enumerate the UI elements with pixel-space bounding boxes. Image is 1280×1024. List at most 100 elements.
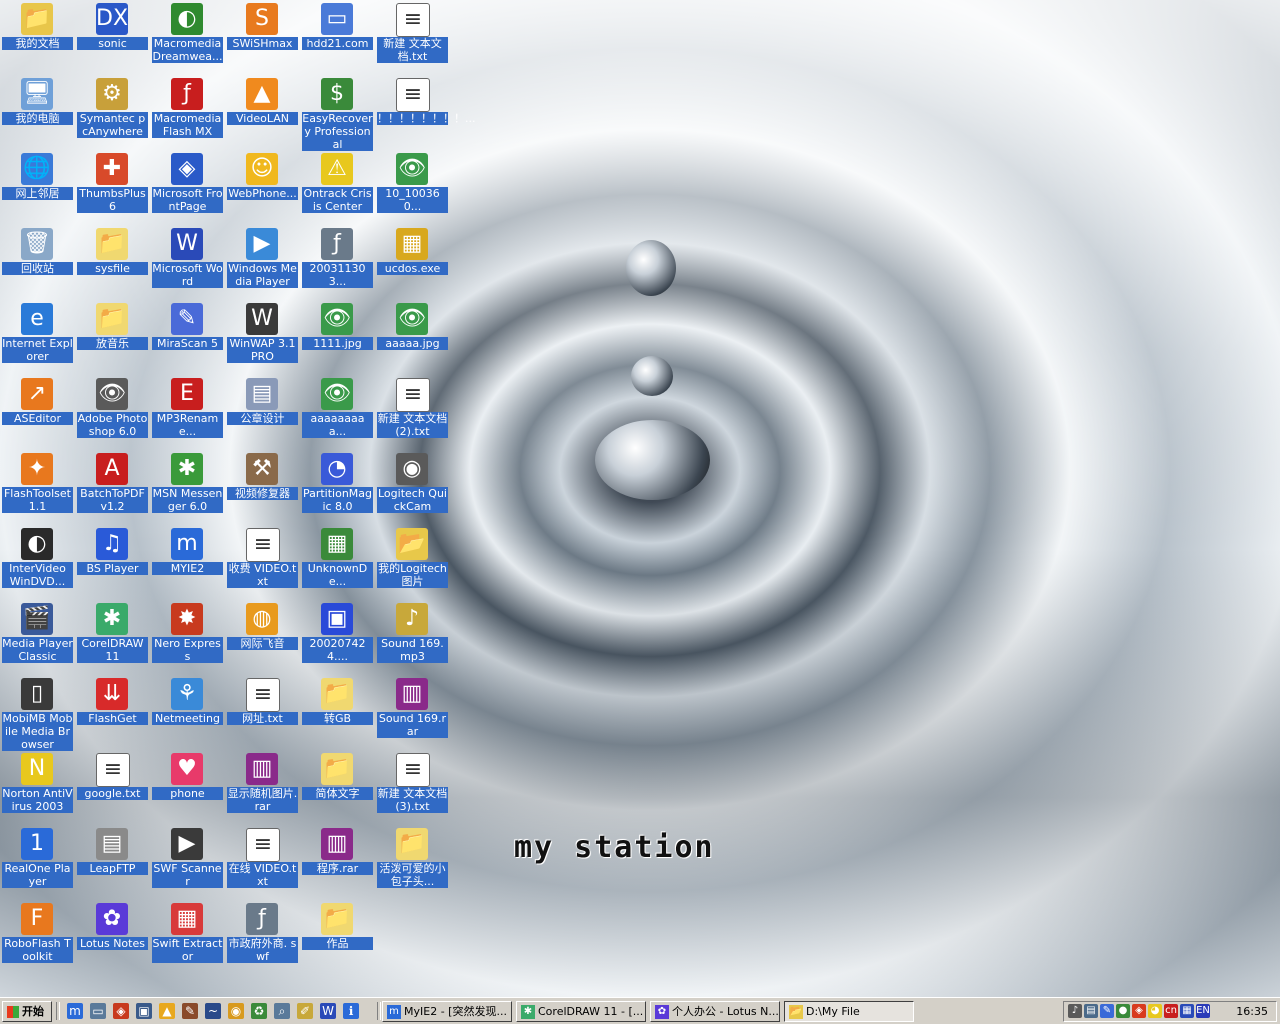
desktop-icon[interactable]: ◔ PartitionMagic 8.0 [300, 450, 375, 525]
desktop-icon[interactable]: A BatchToPDF v1.2 [75, 450, 150, 525]
network-icon[interactable]: ▤ [1084, 1004, 1098, 1018]
desktop-icon[interactable]: 🌐 网上邻居 [0, 150, 75, 225]
desktop-icon[interactable]: ▤ 公章设计 [225, 375, 300, 450]
desktop-icon[interactable]: ✎ MiraScan 5 [150, 300, 225, 375]
clock[interactable]: 16:35 [1236, 1003, 1268, 1021]
desktop-icon[interactable]: ✿ Lotus Notes [75, 900, 150, 975]
taskbar-button[interactable]: m MyIE2 - [突然发现... [382, 1001, 512, 1022]
desktop-icon[interactable]: ☺ WebPhone... [225, 150, 300, 225]
desktop-icon[interactable]: 📁 活泼可爱的小包子头... [375, 825, 450, 900]
desktop-icon[interactable]: ▭ hdd21.com [300, 0, 375, 75]
desktop-icon[interactable]: ▣ 200207424.... [300, 600, 375, 675]
desktop-icon[interactable]: 📁 转GB [300, 675, 375, 750]
desktop-icon[interactable]: 📁 sysfile [75, 225, 150, 300]
desktop-icon[interactable]: ✦ FlashToolset 1.1 [0, 450, 75, 525]
desktop[interactable]: my station 📁 我的文档 DX sonic ◐ Macromedia Dream… [0, 0, 1280, 997]
shield-icon[interactable]: ◈ [1132, 1004, 1146, 1018]
warning-icon[interactable]: ▲ [159, 1003, 175, 1019]
desktop-icon[interactable]: 📁 作品 [300, 900, 375, 975]
desktop-icon[interactable]: DX sonic [75, 0, 150, 75]
desktop-icon[interactable]: 1 RealOne Player [0, 825, 75, 900]
word-icon[interactable]: W [320, 1003, 336, 1019]
desktop-icon[interactable]: ▭ [90, 1003, 106, 1019]
pen-tray-icon[interactable]: ✎ [1100, 1004, 1114, 1018]
desktop-icon[interactable]: ✚ ThumbsPlus 6 [75, 150, 150, 225]
desktop-icon[interactable]: ◉ Logitech QuickCam [375, 450, 450, 525]
desktop-icon[interactable]: ▥ 程序.rar [300, 825, 375, 900]
desktop-icon[interactable]: ▦ UnknownDe... [300, 525, 375, 600]
tool-icon[interactable]: ✎ [182, 1003, 198, 1019]
search-icon[interactable]: ⌕ [274, 1003, 290, 1019]
desktop-icon[interactable]: ⚠ Ontrack Crisis Center [300, 150, 375, 225]
desktop-icon[interactable]: ≡ 新建 文本文档.txt [375, 0, 450, 75]
desktop-icon[interactable]: 📁 我的文档 [0, 0, 75, 75]
desktop-icon[interactable]: m MYIE2 [150, 525, 225, 600]
desktop-icon[interactable]: 📂 我的Logitech 图片 [375, 525, 450, 600]
desktop-icon[interactable]: S SWiSHmax [225, 0, 300, 75]
desktop-icon[interactable]: 🗑 回收站 [0, 225, 75, 300]
recycle-icon[interactable]: ♻ [251, 1003, 267, 1019]
desktop-icon[interactable]: 📁 放音乐 [75, 300, 150, 375]
desktop-icon[interactable]: e Internet Explorer [0, 300, 75, 375]
desktop-icon[interactable]: ▶ Windows Media Player [225, 225, 300, 300]
qq-icon[interactable]: ◕ [1148, 1004, 1162, 1018]
cn-input-icon[interactable]: cn [1164, 1004, 1178, 1018]
desktop-icon[interactable]: F RoboFlash Toolkit [0, 900, 75, 975]
desktop-icon[interactable]: ◐ Macromedia Dreamwea... [150, 0, 225, 75]
desktop-icon[interactable]: ⚘ Netmeeting [150, 675, 225, 750]
info-icon[interactable]: ℹ [343, 1003, 359, 1019]
desktop-icon[interactable]: ✱ MSN Messenger 6.0 [150, 450, 225, 525]
desktop-icon[interactable]: ≡ google.txt [75, 750, 150, 825]
desktop-icon[interactable]: ♫ BS Player [75, 525, 150, 600]
desktop-icon[interactable]: 🖥 我的电脑 [0, 75, 75, 150]
desktop-icon[interactable]: ≡！！！！！！！！... [375, 75, 476, 150]
en-icon[interactable]: EN [1196, 1004, 1210, 1018]
desktop-icon[interactable]: W Microsoft Word [150, 225, 225, 300]
desktop-icon[interactable]: ◐ InterVideo WinDVD... [0, 525, 75, 600]
desktop-icon[interactable]: ▶ SWF Scanner [150, 825, 225, 900]
desktop-icon[interactable]: ⇊ FlashGet [75, 675, 150, 750]
taskbar-button[interactable]: 📂 D:\My File [784, 1001, 914, 1022]
desktop-icon[interactable]: ▥ 显示随机图片.rar [225, 750, 300, 825]
desktop-icon[interactable]: 👁 1111.jpg [300, 300, 375, 375]
desktop-icon[interactable]: ⚙ Symantec pcAnywhere [75, 75, 150, 150]
desktop-icon[interactable]: ƒ 市政府外商. swf [225, 900, 300, 975]
desktop-icon[interactable]: 👁 10_100360... [375, 150, 450, 225]
desktop-icon[interactable]: ♪ Sound 169.mp3 [375, 600, 450, 675]
desktop-icon[interactable]: ✱ CorelDRAW 11 [75, 600, 150, 675]
myie2-icon[interactable]: m [67, 1003, 83, 1019]
volume-icon[interactable]: ♪ [1068, 1004, 1082, 1018]
desktop-icon[interactable]: ▯ MobiMB Mobile Media Browser [0, 675, 75, 751]
desktop-icon[interactable]: W WinWAP 3.1 PRO [225, 300, 300, 375]
ime-icon[interactable]: ▦ [1180, 1004, 1194, 1018]
desktop-icon[interactable]: ≡ 新建 文本文档 (2).txt [375, 375, 450, 450]
desktop-icon[interactable]: ⚒ 视频修复器 [225, 450, 300, 525]
frontpage-icon[interactable]: ◈ [113, 1003, 129, 1019]
globe-icon[interactable]: ● [1116, 1004, 1130, 1018]
desktop-icon[interactable]: ◍ 网际飞音 [225, 600, 300, 675]
desktop-icon[interactable]: ♥ phone [150, 750, 225, 825]
desktop-icon[interactable]: ≡ 在线 VIDEO.txt [225, 825, 300, 900]
desktop-icon[interactable]: ƒ Macromedia Flash MX [150, 75, 225, 150]
desktop-icon[interactable]: ▦ Swift Extractor [150, 900, 225, 975]
desktop-icon[interactable]: ✸ Nero Express [150, 600, 225, 675]
desktop-icon[interactable]: ▦ ucdos.exe [375, 225, 450, 300]
start-button[interactable]: 开始 [2, 1001, 52, 1022]
desktop-icon[interactable]: ◈ Microsoft FrontPage [150, 150, 225, 225]
desktop-icon[interactable]: ≡ 收费 VIDEO.txt [225, 525, 300, 600]
desktop-icon[interactable]: ▥ Sound 169.rar [375, 675, 450, 750]
desktop-icon[interactable]: $ EasyRecovery Professional [300, 75, 375, 151]
desktop-icon[interactable]: ↗ ASEditor [0, 375, 75, 450]
desktop-icon[interactable]: ▤ LeapFTP [75, 825, 150, 900]
terminal-icon[interactable]: ▣ [136, 1003, 152, 1019]
desktop-icon[interactable]: E MP3Rename... [150, 375, 225, 450]
taskbar-button[interactable]: ✿ 个人办公 - Lotus N... [650, 1001, 780, 1022]
desktop-icon[interactable]: ≡ 新建 文本文档 (3).txt [375, 750, 450, 825]
desktop-icon[interactable]: 👁 aaaaaaaaa... [300, 375, 375, 450]
desktop-icon[interactable]: 👁 aaaaa.jpg [375, 300, 450, 375]
disc-icon[interactable]: ◉ [228, 1003, 244, 1019]
desktop-icon[interactable]: 👁 Adobe Photoshop 6.0 [75, 375, 150, 450]
desktop-icon[interactable]: N Norton AntiVirus 2003 [0, 750, 75, 825]
stream-icon[interactable]: ~ [205, 1003, 221, 1019]
taskbar-button[interactable]: ✱ CorelDRAW 11 - [... [516, 1001, 646, 1022]
